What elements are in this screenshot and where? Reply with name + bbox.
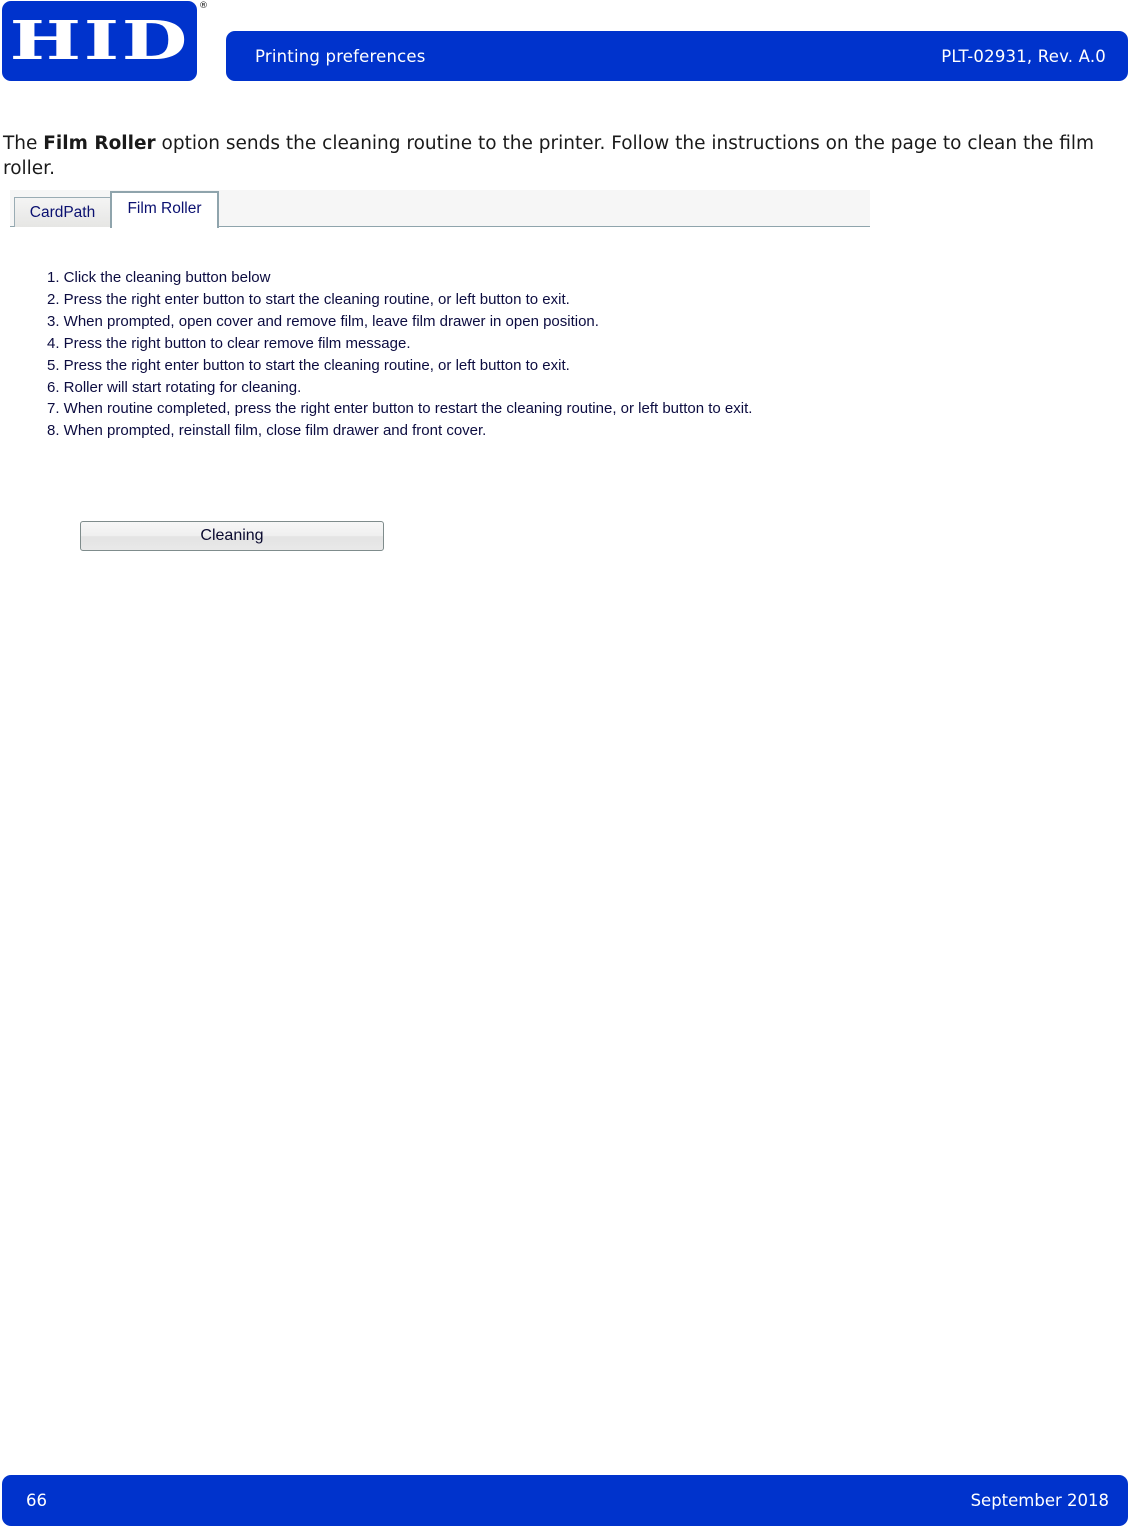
instruction-list: 1. Click the cleaning button below 2. Pr… xyxy=(47,267,752,442)
instruction-step: 6. Roller will start rotating for cleani… xyxy=(47,378,302,396)
intro-prefix: The xyxy=(3,133,44,154)
tab-film-roller[interactable]: Film Roller xyxy=(110,191,219,228)
instruction-step: 7. When routine completed, press the rig… xyxy=(47,400,753,418)
instruction-step: 5. Press the right enter button to start… xyxy=(47,356,570,374)
instruction-step: 3. When prompted, open cover and remove … xyxy=(47,312,599,330)
document-id: PLT-02931, Rev. A.0 xyxy=(941,46,1106,66)
instruction-step: 4. Press the right button to clear remov… xyxy=(47,334,411,352)
instruction-step: 8. When prompted, reinstall film, close … xyxy=(47,422,487,440)
hid-logo: HID xyxy=(2,1,197,81)
instruction-step: 1. Click the cleaning button below xyxy=(47,269,271,286)
logo-text: HID xyxy=(9,9,190,73)
page-header: Printing preferences PLT-02931, Rev. A.0 xyxy=(226,31,1128,81)
intro-bold-term: Film Roller xyxy=(43,133,156,154)
tab-strip: CardPath Film Roller xyxy=(10,190,870,228)
page-number: 66 xyxy=(26,1491,47,1510)
section-title: Printing preferences xyxy=(255,46,426,66)
intro-paragraph: The Film Roller option sends the cleanin… xyxy=(3,131,1127,181)
registered-trademark-icon: ® xyxy=(199,1,208,11)
page-footer: 66 September 2018 xyxy=(2,1475,1128,1526)
tab-cardpath[interactable]: CardPath xyxy=(14,197,111,227)
intro-suffix: option sends the cleaning routine to the… xyxy=(3,133,1095,179)
instruction-step: 2. Press the right enter button to start… xyxy=(47,290,570,308)
cleaning-button[interactable]: Cleaning xyxy=(80,521,384,551)
publication-date: September 2018 xyxy=(970,1491,1109,1510)
